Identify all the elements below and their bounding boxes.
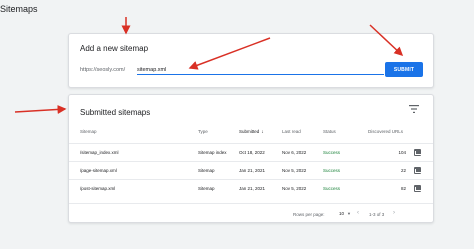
cell-discovered-urls: 22 [400, 168, 406, 173]
add-sitemap-heading: Add a new sitemap [80, 44, 149, 53]
table-row[interactable]: /post-sitemap.xml Sitemap Jan 21, 2021 N… [69, 179, 433, 197]
col-type[interactable]: Type [198, 129, 208, 134]
submitted-sitemaps-heading: Submitted sitemaps [80, 108, 151, 117]
table-row[interactable]: /page-sitemap.xml Sitemap Jan 21, 2021 N… [69, 161, 433, 179]
cell-submitted: Oct 18, 2022 [239, 150, 265, 155]
cell-sitemap: /post-sitemap.xml [80, 186, 116, 191]
add-sitemap-card: Add a new sitemap https://seosly.com/ SU… [68, 33, 434, 88]
cell-last-read: Nov 5, 2022 [282, 186, 307, 191]
sitemap-url-input[interactable] [137, 65, 384, 75]
dropdown-icon: ▼ [347, 211, 351, 216]
rows-per-page-select[interactable]: 10 ▼ [339, 211, 351, 216]
chart-icon[interactable] [414, 149, 421, 156]
cell-sitemap: /page-sitemap.xml [80, 168, 117, 173]
col-submitted[interactable]: Submitted ↓ [239, 129, 264, 135]
cell-sitemap: /sitemap_index.xml [80, 150, 119, 155]
chart-icon[interactable] [414, 185, 421, 192]
submitted-sitemaps-card: Submitted sitemaps Sitemap Type Submitte… [68, 94, 434, 223]
cell-last-read: Nov 6, 2022 [282, 150, 307, 155]
cell-status: Success [323, 168, 341, 173]
cell-status: Success [323, 186, 341, 191]
page-title: Sitemaps [0, 4, 38, 14]
chevron-left-icon[interactable]: ‹ [357, 210, 359, 216]
table-row[interactable]: /sitemap_index.xml Sitemap index Oct 18,… [69, 143, 433, 161]
rows-per-page-label: Rows per page: [293, 212, 325, 217]
cell-type: Sitemap index [198, 150, 227, 155]
col-last-read[interactable]: Last read [282, 129, 301, 134]
col-discovered-urls[interactable]: Discovered URLs [368, 129, 403, 134]
pagination-range: 1-3 of 3 [369, 212, 385, 217]
cell-discovered-urls: 104 [398, 150, 406, 155]
chevron-right-icon[interactable]: › [393, 210, 395, 216]
table-footer: Rows per page: 10 ▼ ‹ 1-3 of 3 › [69, 203, 433, 223]
url-prefix: https://seosly.com/ [80, 67, 126, 73]
cell-submitted: Jan 21, 2021 [239, 186, 266, 191]
cell-discovered-urls: 82 [400, 186, 406, 191]
sort-down-icon: ↓ [261, 129, 264, 135]
cell-status: Success [323, 150, 341, 155]
rows-per-page-value: 10 [339, 211, 345, 216]
cell-last-read: Nov 5, 2022 [282, 168, 307, 173]
col-status[interactable]: Status [323, 129, 336, 134]
chart-icon[interactable] [414, 167, 421, 174]
cell-submitted: Jan 21, 2021 [239, 168, 266, 173]
col-submitted-label: Submitted [239, 129, 260, 134]
cell-type: Sitemap [198, 186, 215, 191]
submit-button[interactable]: SUBMIT [385, 62, 423, 77]
filter-icon[interactable] [409, 105, 419, 113]
col-sitemap[interactable]: Sitemap [80, 129, 97, 134]
cell-type: Sitemap [198, 168, 215, 173]
